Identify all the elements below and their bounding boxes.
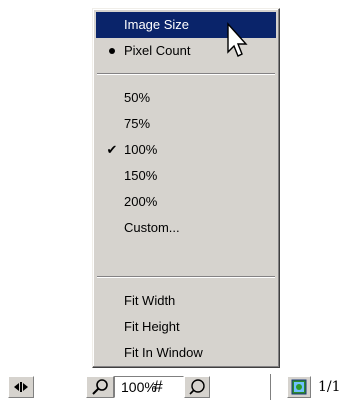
magnifier-icon (92, 379, 108, 395)
menu-item-label: 200% (124, 194, 158, 209)
checkmark-icon: ✔ (106, 142, 118, 157)
zoom-menu-button[interactable] (184, 376, 210, 398)
menu-item-label: Fit Width (124, 293, 176, 308)
zoom-level-field[interactable]: 100% (114, 376, 184, 398)
menu-separator (97, 276, 275, 278)
zoom-tool-button[interactable] (86, 376, 114, 398)
zoom-popup-menu: Image Size Pixel Count 50% 75% ✔ 100% 15… (92, 8, 280, 368)
mouse-pointer-icon (227, 22, 248, 57)
menu-item-fit-in-window[interactable]: Fit In Window (96, 340, 276, 366)
menu-item-fit-width[interactable]: Fit Width (96, 288, 276, 314)
menu-item-75[interactable]: 75% (96, 111, 276, 137)
menu-item-pixel-count[interactable]: Pixel Count (96, 38, 276, 64)
page-count: 1/1 (318, 379, 341, 395)
menu-item-label: Image Size (124, 17, 190, 32)
bullet-icon (105, 38, 119, 64)
menu-item-label: 150% (124, 168, 158, 183)
menu-item-mark (105, 314, 119, 340)
menu-item-mark (105, 85, 119, 111)
menu-item-label: Fit In Window (124, 345, 203, 360)
menu-item-150[interactable]: 150% (96, 163, 276, 189)
menu-item-fit-height[interactable]: Fit Height (96, 314, 276, 340)
menu-item-mark (105, 163, 119, 189)
left-right-arrows-icon (14, 382, 28, 392)
status-divider (270, 374, 272, 400)
menu-item-label: Fit Height (124, 319, 180, 334)
menu-item-mark (105, 215, 119, 241)
menu-item-label: Custom... (124, 220, 180, 235)
status-bar: 100% # 1/1 (0, 370, 345, 412)
menu-item-label: Pixel Count (124, 43, 191, 58)
menu-item-50[interactable]: 50% (96, 85, 276, 111)
image-thumbnail-button[interactable] (287, 376, 311, 398)
menu-item-mark (105, 189, 119, 215)
menu-item-custom[interactable]: Custom... (96, 215, 276, 241)
scroll-toggle-button[interactable] (8, 376, 34, 398)
menu-item-label: 100% (124, 142, 158, 157)
menu-separator (97, 73, 275, 75)
menu-item-mark (105, 111, 119, 137)
image-thumbnail-icon (291, 379, 307, 395)
menu-item-label: 75% (124, 116, 151, 131)
menu-item-label: 50% (124, 90, 151, 105)
menu-item-mark (105, 288, 119, 314)
menu-item-mark (105, 12, 119, 38)
magnifier-icon (189, 379, 205, 395)
hash-icon: # (153, 377, 163, 396)
menu-item-200[interactable]: 200% (96, 189, 276, 215)
menu-item-100[interactable]: ✔ 100% (96, 137, 276, 163)
menu-item-mark (105, 340, 119, 366)
menu-item-image-size[interactable]: Image Size (96, 12, 276, 38)
